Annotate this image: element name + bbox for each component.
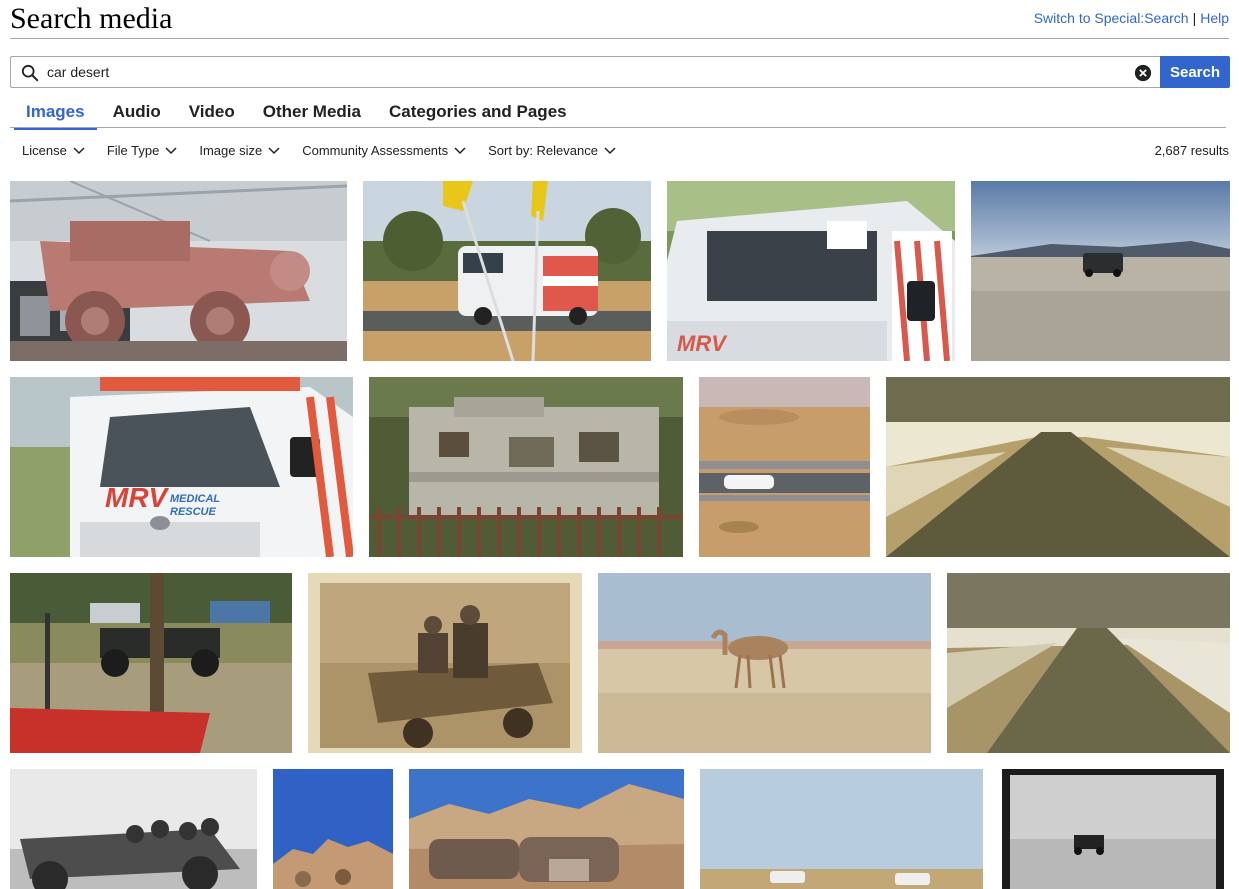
image-result-desert-road-sepia[interactable] (886, 377, 1230, 557)
svg-text:MRV: MRV (105, 482, 170, 513)
sort-by-filter-label: Sort by: Relevance (488, 143, 598, 158)
image-result-cars-on-desert-plain[interactable] (700, 769, 983, 889)
image-result-vintage-photo-men-on-vehicle[interactable] (308, 573, 582, 753)
search-box (10, 56, 1160, 88)
file-type-filter-label: File Type (106, 143, 160, 158)
top-links: Switch to Special:Search | Help (1034, 10, 1229, 26)
tabs-divider (10, 127, 1226, 128)
tab-audio[interactable]: Audio (101, 98, 173, 130)
chevron-down-icon (604, 146, 616, 154)
tab-other-media[interactable]: Other Media (251, 98, 373, 130)
community-assessments-filter[interactable]: Community Assessments (302, 143, 466, 158)
chevron-down-icon (268, 146, 280, 154)
tab-categories-and-pages[interactable]: Categories and Pages (377, 98, 579, 130)
search-button[interactable]: Search (1160, 56, 1230, 88)
search-input[interactable] (11, 57, 1160, 87)
license-filter[interactable]: License (22, 143, 85, 158)
tab-video[interactable]: Video (177, 98, 247, 130)
results-count: 2,687 results (1154, 143, 1229, 158)
image-size-filter-label: Image size (199, 143, 263, 158)
image-result-mrv-medical-rescue-van[interactable]: MRV MEDICAL RESCUE (10, 377, 353, 557)
image-result-vintage-car-bw[interactable] (10, 769, 257, 889)
filter-bar: License File Type Image size Community A… (22, 143, 638, 158)
svg-text:MEDICAL: MEDICAL (170, 493, 220, 505)
image-result-white-vehicle-closeup[interactable]: MRV (667, 181, 955, 361)
image-result-old-caravan-trailer[interactable] (369, 377, 683, 557)
community-assessments-filter-label: Community Assessments (302, 143, 449, 158)
image-result-old-car-bw-plate[interactable] (1002, 769, 1224, 889)
search-icon (21, 64, 39, 82)
image-result-mrv-van-with-flags[interactable] (363, 181, 651, 361)
svg-text:RESCUE: RESCUE (170, 506, 217, 518)
image-result-rusty-car-in-rocks[interactable] (409, 769, 684, 889)
link-separator: | (1192, 10, 1197, 26)
image-result-pink-land-rover[interactable] (10, 181, 347, 361)
media-tabs: Images Audio Video Other Media Categorie… (14, 98, 583, 130)
license-filter-label: License (22, 143, 67, 158)
image-result-car-on-desert-road[interactable] (699, 377, 870, 557)
clear-icon[interactable] (1134, 64, 1152, 82)
image-size-filter[interactable]: Image size (199, 143, 280, 158)
image-result-jeep-in-campsite[interactable] (10, 573, 292, 753)
switch-to-special-search-link[interactable]: Switch to Special:Search (1034, 10, 1189, 26)
sort-by-filter[interactable]: Sort by: Relevance (488, 143, 616, 158)
svg-text:MRV: MRV (677, 331, 728, 356)
image-result-camel-in-desert[interactable] (598, 573, 931, 753)
page-title: Search media (10, 2, 173, 35)
file-type-filter[interactable]: File Type (107, 143, 178, 158)
chevron-down-icon (73, 146, 85, 154)
chevron-down-icon (165, 146, 177, 154)
image-result-suv-on-desert-plain[interactable] (971, 181, 1230, 361)
help-link[interactable]: Help (1200, 10, 1229, 26)
search-bar: Search (10, 56, 1230, 88)
title-divider (10, 38, 1229, 39)
image-result-desert-road-white-edges[interactable] (947, 573, 1230, 753)
image-result-rocks-and-blue-sky[interactable] (273, 769, 393, 889)
chevron-down-icon (454, 146, 466, 154)
tab-images[interactable]: Images (14, 98, 97, 130)
